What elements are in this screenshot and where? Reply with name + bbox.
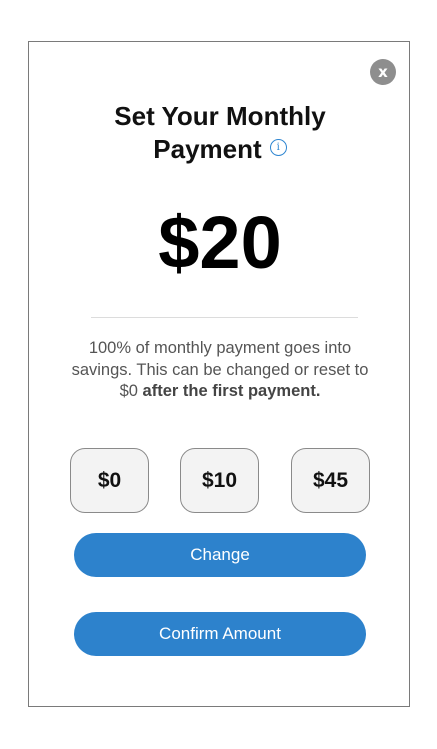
change-button[interactable]: Change [74, 533, 366, 577]
description-emphasis: after the first payment. [142, 382, 321, 400]
divider [91, 317, 358, 318]
amount-option-10[interactable]: $10 [180, 448, 259, 513]
close-button[interactable]: x [370, 59, 396, 85]
payment-amount: $20 [158, 201, 282, 284]
amount-option-45[interactable]: $45 [291, 448, 370, 513]
title-line-2-text: Payment [153, 134, 262, 164]
amount-option-0[interactable]: $0 [70, 448, 149, 513]
title-line-2: Payment i [29, 133, 411, 166]
confirm-amount-button[interactable]: Confirm Amount [74, 612, 366, 656]
title-line-1: Set Your Monthly [114, 101, 326, 131]
info-icon[interactable]: i [269, 139, 287, 156]
payment-modal: x Set Your Monthly Payment i $20 100% of … [28, 41, 410, 707]
modal-title: Set Your Monthly Payment i [29, 100, 411, 166]
close-icon: x [378, 63, 388, 81]
description: 100% of monthly payment goes into saving… [69, 338, 371, 403]
